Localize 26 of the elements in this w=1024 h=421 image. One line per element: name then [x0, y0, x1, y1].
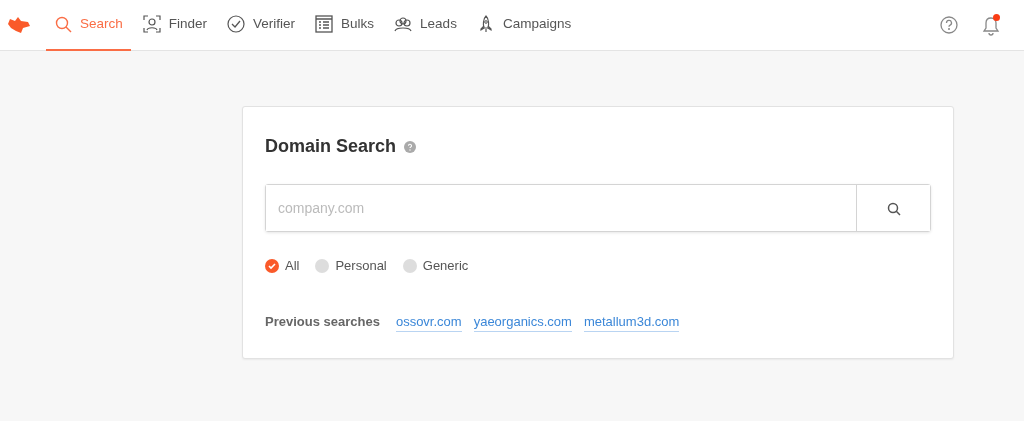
nav-tab[interactable]: Verifier	[219, 0, 304, 51]
filter-option[interactable]: Personal	[315, 256, 387, 276]
nav-tab[interactable]: Finder	[134, 0, 216, 51]
previous-searches-label: Previous searches	[265, 313, 380, 331]
search-icon	[54, 15, 72, 33]
person-frame-icon	[142, 15, 161, 33]
people-icon	[394, 15, 413, 33]
list-icon	[315, 15, 334, 33]
nav-tab[interactable]: Campaigns	[468, 0, 580, 51]
card-title: Domain Search	[265, 135, 397, 158]
radio-icon	[315, 258, 330, 273]
filter-option[interactable]: All	[265, 256, 300, 276]
domain-search-field[interactable]: company.com	[265, 184, 931, 232]
help-icon[interactable]	[404, 140, 417, 153]
check-circle-icon	[227, 15, 246, 33]
radio-icon	[402, 258, 417, 273]
previous-search-link[interactable]: ossovr.com	[395, 311, 462, 332]
search-icon	[886, 201, 901, 216]
previous-search-link[interactable]: yaeorganics.com	[473, 311, 572, 332]
previous-search-link[interactable]: metallum3d.com	[583, 311, 680, 332]
nav-tab[interactable]: Bulks	[307, 0, 383, 51]
checked-radio-icon	[265, 258, 279, 273]
bell-icon[interactable]	[982, 15, 1000, 36]
nav-tab[interactable]: Leads	[386, 0, 465, 51]
filter-option[interactable]: Generic	[402, 256, 469, 276]
help-icon[interactable]	[940, 16, 958, 34]
